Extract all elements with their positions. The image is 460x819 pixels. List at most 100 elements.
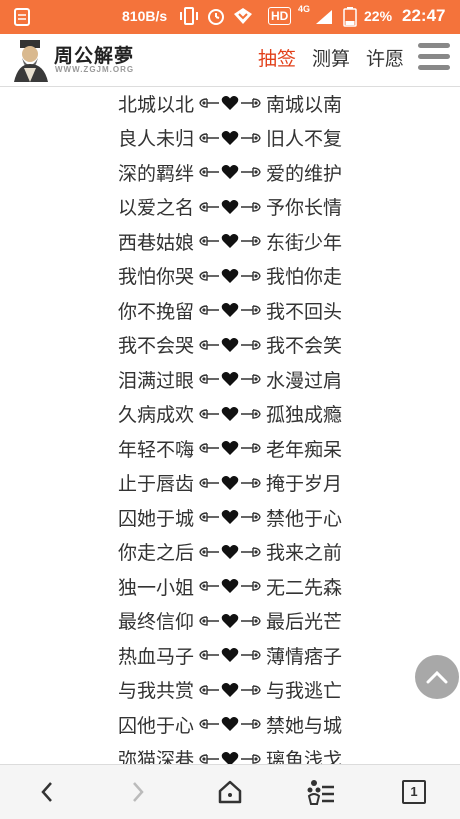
- heart-divider: [198, 509, 262, 525]
- heart-divider: [198, 613, 262, 629]
- browser-toolbar: 1: [0, 764, 460, 819]
- heart-divider: [198, 199, 262, 215]
- heart-icon: [221, 544, 239, 559]
- pointing-hand-icon: [241, 374, 261, 384]
- heart-icon: [221, 475, 239, 490]
- status-bar: 810B/s HD 4G 22% 22:47: [0, 0, 460, 34]
- pointing-hand-icon: [199, 753, 219, 764]
- left-name: 西巷姑娘: [117, 231, 194, 254]
- scroll-to-top-button[interactable]: [415, 655, 459, 699]
- right-name: 孤独成瘾: [266, 404, 343, 426]
- left-name: 我不会哭: [117, 335, 194, 357]
- pointing-hand-icon: [241, 581, 261, 591]
- right-name: 我不会笑: [266, 335, 343, 357]
- right-name: 璃鱼浅戈: [266, 749, 343, 764]
- pointing-hand-icon: [199, 201, 219, 212]
- right-name: 与我逃亡: [266, 680, 343, 702]
- heart-icon: [221, 406, 239, 421]
- pointing-hand-icon: [199, 650, 219, 660]
- heart-divider: [198, 647, 262, 663]
- heart-icon: [221, 96, 239, 110]
- name-pair-row: 最终信仰 最后光芒: [0, 604, 460, 638]
- forward-icon: [133, 782, 144, 802]
- name-pair-row: 西巷姑娘 东街少年: [0, 224, 460, 258]
- back-button[interactable]: [32, 777, 62, 807]
- pointing-hand-icon: [241, 546, 261, 557]
- pointing-hand-icon: [241, 512, 261, 522]
- name-pair-row: 你不挽留 我不回头: [0, 293, 460, 327]
- pointing-hand-icon: [241, 167, 261, 177]
- right-name: 我怕你走: [266, 266, 343, 288]
- pointing-hand-icon: [241, 615, 261, 626]
- forward-button[interactable]: [123, 777, 153, 807]
- battery-icon: [343, 7, 357, 27]
- pointing-hand-icon: [199, 512, 219, 522]
- heart-divider: [198, 233, 262, 249]
- pointing-hand-icon: [241, 443, 261, 453]
- pointing-hand-icon: [241, 132, 261, 143]
- heart-icon: [221, 717, 239, 731]
- nav-wish[interactable]: 许愿: [366, 44, 404, 71]
- chevron-up-icon: [426, 670, 448, 684]
- left-name: 以爱之名: [117, 197, 194, 219]
- pointing-hand-icon: [241, 408, 261, 419]
- pointing-hand-icon: [199, 719, 219, 729]
- left-name: 囚她于城: [117, 507, 194, 530]
- alarm-icon: [208, 9, 224, 25]
- left-name: 你走之后: [117, 542, 194, 564]
- tabs-button[interactable]: 1: [399, 777, 429, 807]
- pointing-hand-icon: [241, 98, 261, 108]
- left-name: 独一小姐: [117, 576, 194, 599]
- right-name: 我不回头: [266, 300, 343, 323]
- pointing-hand-icon: [199, 684, 219, 695]
- heart-divider: [198, 406, 262, 422]
- right-name: 东街少年: [266, 231, 343, 254]
- home-button[interactable]: [215, 777, 245, 807]
- pointing-hand-icon: [241, 236, 261, 246]
- logo-figure-icon[interactable]: [10, 38, 52, 82]
- heart-divider: [198, 716, 262, 732]
- name-pair-row: 以爱之名 予你长情: [0, 190, 460, 224]
- notification-icon: [14, 8, 30, 26]
- name-pair-row: 止于唇齿 掩于岁月: [0, 466, 460, 500]
- heart-divider: [198, 475, 262, 491]
- nav-fortune[interactable]: 测算: [312, 44, 350, 71]
- heart-icon: [221, 130, 239, 145]
- heart-divider: [198, 302, 262, 318]
- menu-list-icon: [307, 780, 334, 805]
- right-name: 南城以南: [266, 93, 343, 116]
- hd-badge: HD: [268, 7, 292, 25]
- right-name: 老年痴呆: [266, 438, 343, 461]
- back-icon: [41, 782, 52, 802]
- right-name: 予你长情: [266, 197, 343, 219]
- name-pair-row: 热血马子 薄情痞子: [0, 638, 460, 672]
- pointing-hand-icon: [241, 270, 261, 281]
- heart-divider: [198, 268, 262, 284]
- left-name: 良人未归: [117, 128, 194, 150]
- heart-icon: [221, 441, 239, 455]
- hamburger-menu-icon[interactable]: [418, 43, 452, 75]
- right-name: 旧人不复: [266, 128, 343, 150]
- heart-divider: [198, 578, 262, 594]
- heart-icon: [221, 337, 239, 352]
- name-pair-row: 久病成欢 孤独成瘾: [0, 397, 460, 431]
- heart-divider: [198, 544, 262, 560]
- right-name: 薄情痞子: [266, 645, 343, 668]
- name-pair-row: 年轻不嗨 老年痴呆: [0, 431, 460, 465]
- heart-icon: [221, 268, 239, 283]
- menu-button[interactable]: [306, 777, 336, 807]
- pointing-hand-icon: [199, 546, 219, 557]
- tabs-icon: 1: [402, 780, 426, 804]
- pointing-hand-icon: [199, 339, 219, 350]
- pointing-hand-icon: [241, 650, 261, 660]
- pointing-hand-icon: [199, 305, 219, 315]
- network-speed: 810B/s: [122, 8, 168, 24]
- left-name: 最终信仰: [117, 611, 194, 633]
- nav-draw-lots[interactable]: 抽签: [258, 44, 296, 71]
- logo-title[interactable]: 周公解夢: [54, 41, 134, 68]
- heart-icon: [221, 372, 239, 386]
- pointing-hand-icon: [199, 443, 219, 453]
- pointing-hand-icon: [199, 167, 219, 177]
- name-pair-row: 我怕你哭 我怕你走: [0, 259, 460, 293]
- name-pair-row: 深的羁绊 爱的维护: [0, 155, 460, 189]
